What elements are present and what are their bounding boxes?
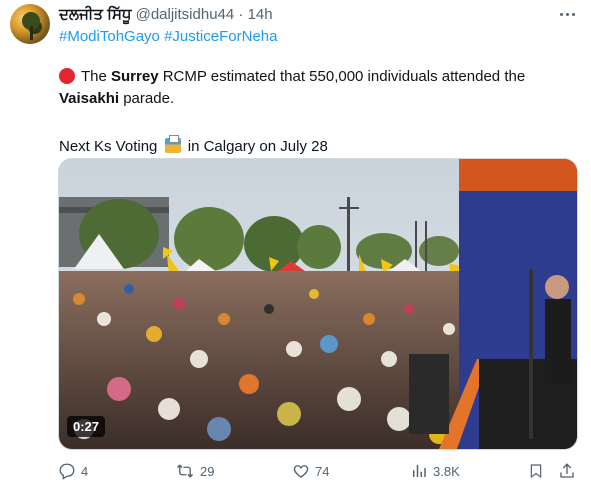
text-segment: Next Ks Voting	[59, 138, 158, 155]
tweet-header: ਦਲਜੀਤ ਸਿੱਧੂ @daljitsidhu44 · 14h	[59, 6, 273, 24]
reply-icon	[59, 463, 75, 480]
video-player[interactable]: 0:27	[58, 158, 578, 450]
heart-icon	[293, 465, 309, 478]
views-icon	[413, 465, 426, 477]
ballot-box-emoji-icon	[164, 135, 181, 153]
tweet-line-3: Next Ks Voting in Calgary on July 28	[59, 135, 564, 158]
hashtag-line: #ModiTohGayo #JusticeForNeha	[59, 28, 277, 46]
author-handle[interactable]: @daljitsidhu44	[136, 6, 235, 23]
red-circle-emoji-icon	[59, 68, 75, 84]
share-icon	[560, 463, 574, 478]
tweet-body: The Surrey RCMP estimated that 550,000 i…	[59, 66, 564, 158]
tweet-line-2: Vaisakhi parade.	[59, 88, 564, 110]
tweet-actions-bar: 4 29 74 3.8K	[0, 458, 591, 484]
reply-count: 4	[81, 463, 89, 479]
text-segment: parade.	[119, 90, 175, 107]
retweet-icon	[176, 464, 194, 478]
author-avatar[interactable]	[10, 4, 50, 44]
avatar-tree-trunk	[30, 26, 33, 40]
bookmark-icon	[530, 464, 542, 479]
reply-button[interactable]: 4	[58, 458, 88, 484]
video-duration-badge: 0:27	[67, 416, 106, 437]
like-count: 74	[315, 463, 330, 479]
more-dots-icon	[559, 12, 563, 16]
retweet-button[interactable]: 29	[175, 458, 214, 484]
hashtag-link[interactable]: #ModiTohGayo	[59, 28, 160, 45]
text-segment: RCMP estimated that 550,000 individuals …	[158, 68, 526, 85]
retweet-count: 29	[200, 463, 215, 479]
tweet-line-1: The Surrey RCMP estimated that 550,000 i…	[59, 66, 564, 88]
hashtag-link[interactable]: #JusticeForNeha	[164, 28, 277, 45]
more-dot	[565, 12, 569, 16]
video-frame-crowd-scene	[59, 159, 577, 449]
header-separator: ·	[238, 6, 244, 23]
text-segment: The	[81, 68, 112, 85]
tweet-timestamp[interactable]: 14h	[248, 6, 273, 23]
author-display-name[interactable]: ਦਲਜੀਤ ਸਿੱਧੂ	[59, 6, 131, 23]
text-segment: in Calgary on July 28	[183, 138, 328, 155]
share-button[interactable]	[558, 458, 581, 484]
text-bold-surrey: Surrey	[111, 68, 159, 85]
bookmark-button[interactable]	[528, 458, 549, 484]
more-options-button[interactable]	[555, 4, 579, 24]
more-dot	[571, 12, 575, 16]
text-bold-vaisakhi: Vaisakhi	[59, 90, 120, 107]
views-count: 3.8K	[433, 463, 460, 479]
views-button[interactable]: 3.8K	[410, 458, 460, 484]
like-button[interactable]: 74	[292, 458, 329, 484]
